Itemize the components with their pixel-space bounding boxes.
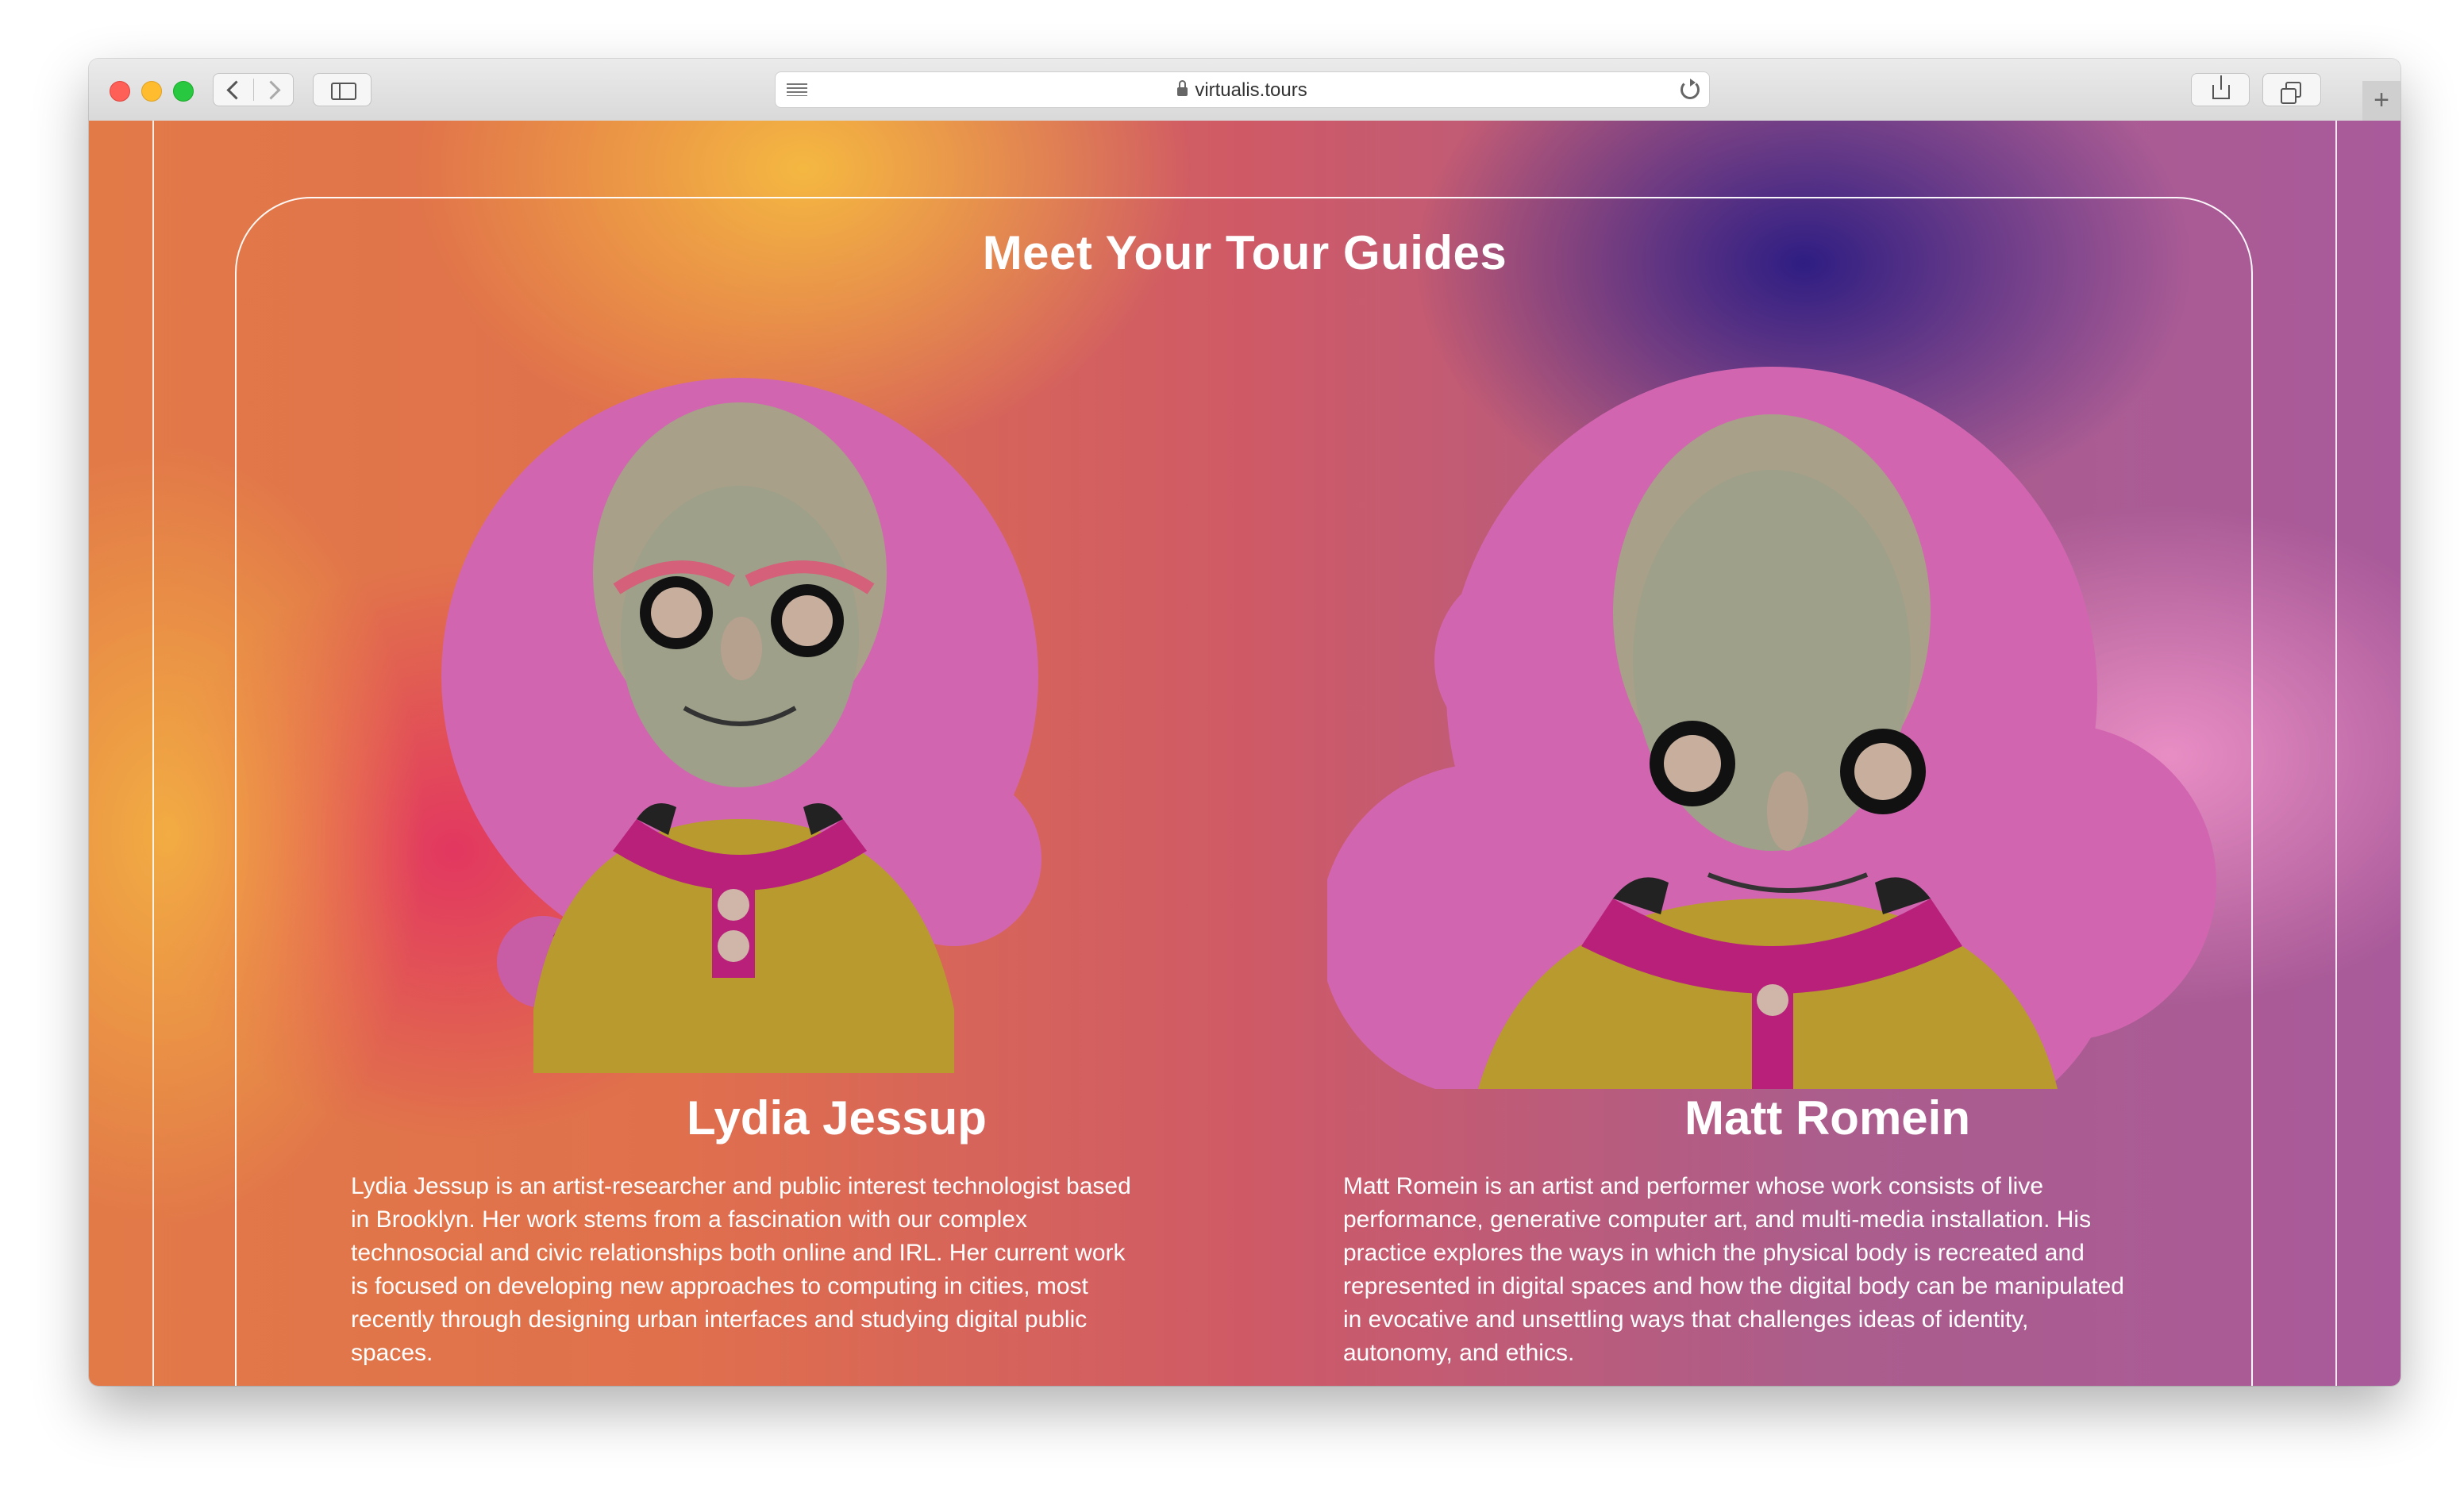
minimize-window-button[interactable] [141, 81, 162, 102]
guide-bio-lydia: Lydia Jessup is an artist-researcher and… [351, 1173, 1131, 1366]
left-guide-line [152, 121, 154, 1386]
url-display: virtualis.tours [776, 79, 1709, 102]
page-content: Meet Your Tour Guides Lydia Jessup Lydia… [89, 121, 2400, 1386]
divider [253, 79, 254, 101]
sidebar-toggle-button[interactable] [313, 73, 372, 106]
browser-toolbar: virtualis.tours + [89, 59, 2400, 121]
guide-name-matt: Matt Romein [1684, 1091, 1970, 1145]
guide-bio-matt: Matt Romein is an artist and performer w… [1343, 1173, 2124, 1366]
right-guide-line [2335, 121, 2337, 1386]
forward-button[interactable] [261, 80, 281, 100]
guide-avatar-lydia [441, 378, 1041, 1073]
tabs-icon [2281, 82, 2301, 104]
address-bar[interactable]: virtualis.tours [775, 71, 1710, 108]
reload-icon[interactable] [1681, 79, 1700, 99]
navigation-buttons [213, 73, 294, 106]
share-icon [2212, 75, 2230, 99]
tab-overview-button[interactable] [2262, 73, 2321, 106]
section-title: Meet Your Tour Guides [982, 226, 1507, 279]
zoom-window-button[interactable] [173, 81, 194, 102]
url-text: virtualis.tours [1195, 79, 1307, 101]
close-window-button[interactable] [110, 81, 130, 102]
back-button[interactable] [226, 80, 246, 100]
browser-window: virtualis.tours + Meet Your Tour Guides [89, 59, 2400, 1386]
sidebar-icon [331, 83, 356, 100]
guide-avatar-matt [1327, 367, 2216, 1089]
new-tab-button[interactable]: + [2362, 81, 2400, 121]
guide-name-lydia: Lydia Jessup [687, 1091, 987, 1145]
share-button[interactable] [2191, 73, 2250, 106]
lock-icon [1177, 80, 1188, 96]
